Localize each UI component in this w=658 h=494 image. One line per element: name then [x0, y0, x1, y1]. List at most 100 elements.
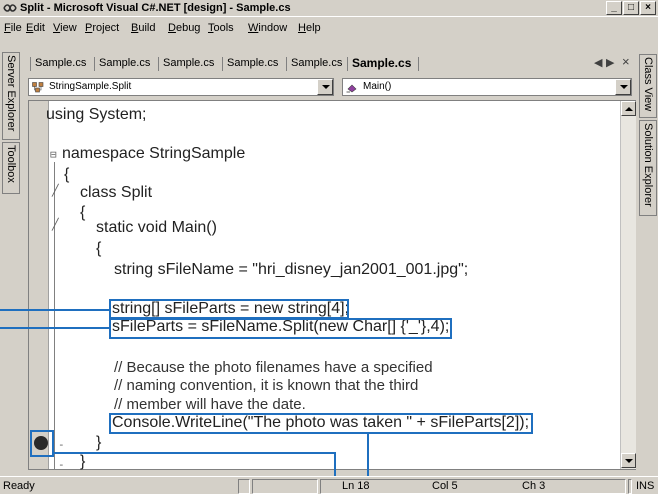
status-panel [238, 479, 250, 494]
close-doc-icon[interactable]: × [622, 54, 630, 69]
member-selector[interactable]: Main() [342, 78, 632, 96]
status-panel [628, 479, 632, 494]
code-line: { [64, 166, 70, 183]
right-tool-strip: Class View Solution Explorer [638, 38, 658, 470]
menu-window-key: W [248, 22, 259, 34]
method-icon [346, 84, 357, 93]
solution-explorer-tab[interactable]: Solution Explorer [639, 120, 657, 216]
doc-tab[interactable]: Sample.cs [163, 57, 214, 69]
code-comment: // member will have the date. [114, 396, 306, 413]
tab-separator [30, 57, 31, 71]
callout-line [0, 327, 109, 329]
collapse-class-icon[interactable]: ╱ [52, 184, 59, 197]
highlight-box [109, 318, 452, 339]
collapse-namespace-icon[interactable]: ⊟ [50, 148, 57, 161]
status-char: Ch 3 [522, 480, 546, 492]
menu-view-label: iew [60, 22, 77, 34]
code-line: { [96, 240, 102, 257]
code-comment: // Because the photo filenames have a sp… [114, 359, 433, 376]
tab-separator [347, 57, 348, 71]
doc-tab-active[interactable]: Sample.cs [352, 56, 411, 70]
outline-guide [54, 162, 55, 470]
class-view-tab[interactable]: Class View [639, 54, 657, 118]
menu-view[interactable]: View [53, 22, 77, 34]
vertical-scrollbar[interactable] [620, 101, 636, 469]
menu-debug-key: D [168, 22, 176, 34]
highlight-box [109, 299, 349, 319]
menu-tools-label: ools [213, 22, 234, 34]
title-bar[interactable]: Split - Microsoft Visual C#.NET [design]… [0, 0, 658, 17]
status-line: Ln 18 [342, 480, 370, 492]
collapse-method-icon[interactable]: ╱ [52, 218, 59, 231]
ide-window: Split - Microsoft Visual C#.NET [design]… [0, 0, 658, 494]
server-explorer-tab[interactable]: Server Explorer [2, 52, 20, 140]
member-selector-value: Main() [363, 81, 392, 92]
code-line: using System; [46, 106, 147, 123]
doc-tab[interactable]: Sample.cs [227, 57, 278, 69]
menu-edit[interactable]: Edit [26, 22, 45, 34]
callout-line [0, 309, 109, 311]
class-selector-value: StringSample.Split [49, 81, 132, 92]
scroll-down-icon[interactable] [621, 453, 636, 468]
callout-line [54, 452, 336, 454]
code-line: namespace StringSample [62, 145, 246, 162]
scroll-up-icon[interactable] [621, 101, 636, 116]
toolbox-tab[interactable]: Toolbox [2, 142, 20, 194]
doc-tab[interactable]: Sample.cs [35, 57, 86, 69]
vs-app-icon [3, 4, 17, 12]
code-line: class Split [80, 184, 153, 201]
menu-project[interactable]: Project [85, 22, 119, 34]
menu-file-label: ile [10, 22, 22, 34]
solution-explorer-label: Solution Explorer [642, 123, 654, 207]
code-line: string sFileName = "hri_disney_jan2001_0… [114, 261, 469, 278]
menu-file[interactable]: File [4, 22, 22, 34]
outline-end-mark: - [58, 458, 65, 471]
toolbox-label: Toolbox [5, 145, 17, 183]
menu-project-label: roject [92, 22, 120, 34]
member-dropdown-button[interactable] [615, 79, 631, 95]
minimize-button[interactable]: _ [606, 1, 622, 15]
class-icon [32, 82, 44, 93]
code-line: } [96, 434, 102, 451]
menu-window[interactable]: Window [248, 22, 287, 34]
menu-help-label: elp [305, 22, 321, 34]
doc-tab[interactable]: Sample.cs [291, 57, 342, 69]
menu-file-key: F [4, 22, 11, 34]
close-button[interactable]: × [640, 1, 656, 15]
tab-separator [286, 57, 287, 71]
code-line: static void Main() [96, 219, 217, 236]
doc-tab[interactable]: Sample.cs [99, 57, 150, 69]
left-tool-strip: Server Explorer Toolbox [0, 38, 22, 470]
editor-gutter[interactable] [29, 101, 49, 469]
tab-prev-icon[interactable]: ◀ [594, 56, 602, 69]
status-bar: Ready Ln 18 Col 5 Ch 3 INS [0, 476, 658, 494]
tab-separator [158, 57, 159, 71]
class-selector[interactable]: StringSample.Split [28, 78, 334, 96]
menu-debug-label: ebug [175, 22, 201, 34]
tab-separator [222, 57, 223, 71]
document-tabs: Sample.cs Sample.cs Sample.cs Sample.cs … [28, 54, 634, 74]
code-line: } [80, 453, 86, 470]
breakpoint-icon[interactable] [34, 436, 48, 450]
code-line: { [80, 204, 86, 221]
server-explorer-label: Server Explorer [5, 55, 17, 132]
status-ins: INS [636, 480, 655, 492]
code-comment: // naming convention, it is known that t… [114, 377, 419, 394]
menu-build-label: uild [138, 22, 156, 34]
outline-end-mark: - [58, 438, 65, 451]
menu-help[interactable]: Help [298, 22, 321, 34]
class-dropdown-button[interactable] [317, 79, 333, 95]
status-ready: Ready [3, 480, 35, 492]
highlight-box [109, 413, 533, 434]
menu-debug[interactable]: Debug [168, 22, 200, 34]
menu-build[interactable]: Build [131, 22, 155, 34]
status-panel [252, 479, 318, 494]
tab-next-icon[interactable]: ▶ [606, 56, 614, 69]
menu-tools[interactable]: Tools [208, 22, 234, 34]
tab-separator [418, 57, 419, 71]
maximize-button[interactable]: □ [623, 1, 639, 15]
menu-edit-label: dit [33, 22, 45, 34]
menu-bar: File Edit View Project Build Debug Tools… [0, 18, 658, 38]
window-title: Split - Microsoft Visual C#.NET [design]… [20, 2, 291, 14]
tab-separator [94, 57, 95, 71]
